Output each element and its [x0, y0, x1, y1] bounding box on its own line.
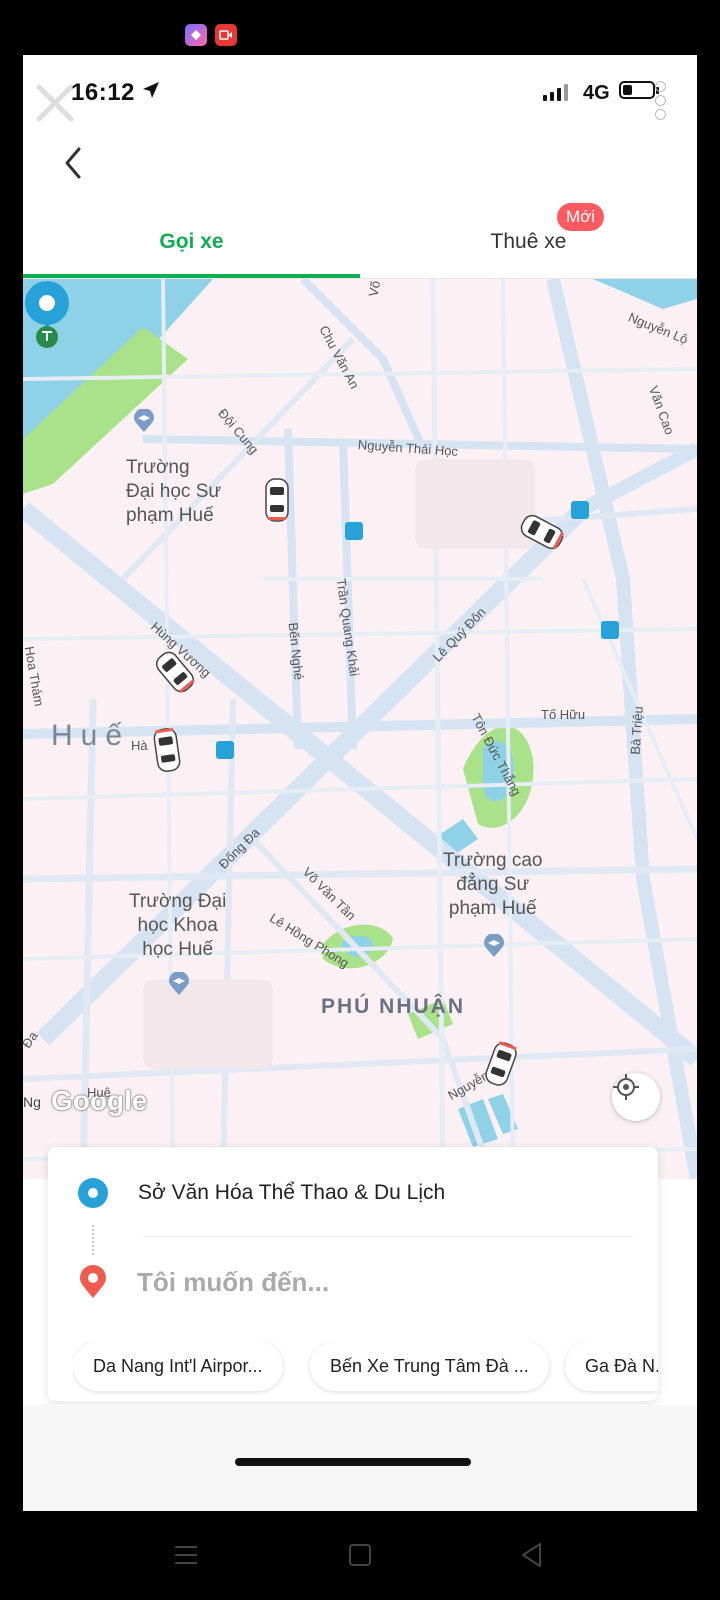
origin-dot-icon — [78, 1178, 108, 1208]
school-marker-icon[interactable] — [483, 934, 505, 958]
battery-icon — [619, 81, 659, 99]
suggestion-chip[interactable]: Da Nang Int'l Airpor... — [73, 1341, 283, 1391]
new-badge: Mới — [557, 203, 605, 231]
place-label: Trường Đại học Sư phạm Huế — [126, 457, 222, 526]
street-label: Tố Hữu — [541, 707, 586, 722]
trip-card: Sở Văn Hóa Thể Thao & Du Lịch Tôi muốn đ… — [48, 1147, 658, 1401]
city-label: Huế — [51, 719, 131, 752]
destination-placeholder: Tôi muốn đến... — [137, 1266, 330, 1297]
suggestion-chip[interactable]: Ga Đà N... — [565, 1341, 658, 1391]
bus-stop-icon[interactable] — [345, 522, 363, 540]
place-label: Trường cao đẳng Sư phạm Huế — [443, 850, 543, 919]
bus-stop-icon[interactable] — [601, 621, 619, 639]
signal-strength-icon — [543, 83, 568, 101]
close-overlay-icon[interactable] — [35, 83, 75, 123]
app-notification-icon — [185, 24, 207, 46]
screen-record-icon — [215, 24, 237, 46]
back-nav-button[interactable] — [512, 1535, 552, 1575]
home-indicator[interactable] — [235, 1458, 471, 1466]
street-label: Hà — [131, 738, 148, 753]
tab-thue-xe[interactable]: Thuê xe — [360, 205, 697, 278]
street-label: Huệ — [87, 1085, 111, 1100]
home-button[interactable] — [340, 1535, 380, 1575]
destination-pin-icon — [80, 1265, 106, 1298]
back-button[interactable] — [53, 143, 93, 183]
map-view[interactable]: Trường Đại học Sư phạm Huế Trường Đại họ… — [23, 279, 697, 1179]
origin-text: Sở Văn Hóa Thể Thao & Du Lịch — [138, 1181, 446, 1204]
location-arrow-icon — [143, 82, 159, 98]
chip-label: Da Nang Int'l Airpor... — [93, 1355, 263, 1376]
overlay-dots-icon — [655, 81, 666, 120]
street-label: Ng — [23, 1094, 41, 1110]
status-time: 16:12 — [71, 79, 135, 106]
tab-goi-xe[interactable]: Gọi xe — [23, 205, 360, 278]
school-marker-icon[interactable] — [168, 972, 190, 996]
square-icon — [349, 1544, 371, 1566]
district-label: PHÚ NHUẬN — [321, 995, 465, 1018]
recents-button[interactable] — [166, 1535, 206, 1575]
suggestion-chips: Da Nang Int'l Airpor... Bến Xe Trung Tâm… — [73, 1341, 658, 1395]
crosshair-icon — [613, 1074, 639, 1100]
divider — [143, 1236, 633, 1237]
chevron-left-icon — [65, 147, 81, 179]
bus-stop-icon[interactable] — [216, 741, 234, 759]
network-type: 4G — [583, 82, 610, 104]
triangle-back-icon — [522, 1543, 541, 1567]
app-screen: 16:12 4G Gọi xe Thuê xe Mới Trường Đại h… — [23, 55, 697, 1511]
chip-label: Ga Đà N... — [585, 1355, 658, 1376]
origin-field[interactable]: Sở Văn Hóa Thể Thao & Du Lịch — [48, 1158, 658, 1228]
car-marker-icon — [265, 478, 289, 522]
system-notification-icons — [185, 24, 237, 46]
suggestion-chip[interactable]: Bến Xe Trung Tâm Đà ... — [310, 1341, 549, 1391]
tab-label: Thuê xe — [490, 229, 567, 253]
place-label: Trường Đại học Khoa học Huế — [129, 891, 227, 960]
menu-icon — [175, 1546, 197, 1564]
chip-label: Bến Xe Trung Tâm Đà ... — [330, 1355, 529, 1376]
pickup-pin-icon — [25, 281, 69, 348]
my-location-button[interactable] — [612, 1073, 660, 1121]
status-bar: 16:12 4G — [23, 55, 697, 125]
destination-field[interactable]: Tôi muốn đến... — [48, 1247, 658, 1317]
system-navigation-bar — [0, 1511, 720, 1600]
tab-label: Gọi xe — [159, 229, 224, 253]
school-marker-icon[interactable] — [133, 409, 155, 433]
bus-stop-icon[interactable] — [571, 501, 589, 519]
